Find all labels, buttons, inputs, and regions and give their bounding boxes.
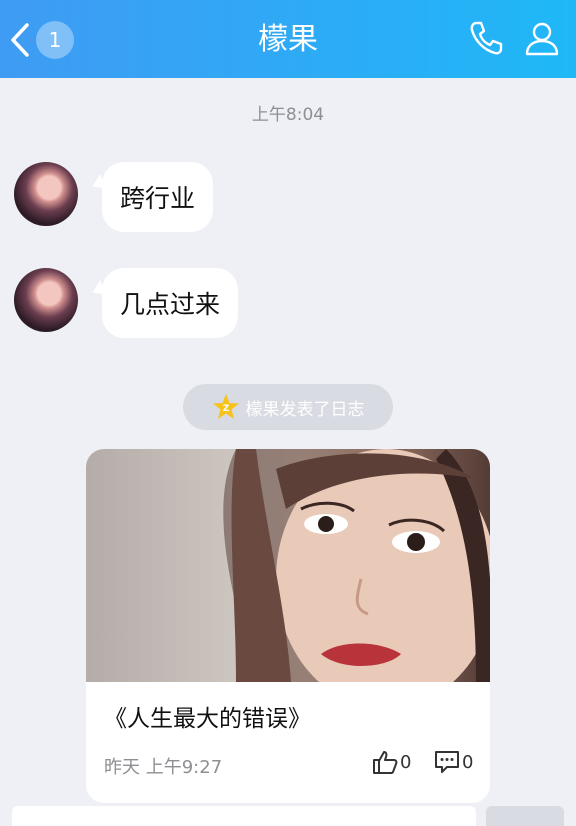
comment-count: 0 [462,751,474,773]
message-row: 几点过来 [14,268,239,338]
system-notice: Z 檬果发表了日志 [183,384,393,430]
thumbs-up-icon [373,751,398,774]
like-button[interactable]: 0 [372,749,411,775]
message-row: 跨行业 [14,162,214,232]
call-button[interactable] [464,16,508,60]
comment-button[interactable]: 0 [434,749,473,775]
phone-icon [470,21,503,55]
contact-icon [525,22,559,56]
send-button[interactable] [486,806,564,826]
portrait-illustration [223,449,490,709]
like-count: 0 [400,751,412,773]
svg-text:Z: Z [222,404,229,414]
message-timestamp: 上午8:04 [251,105,325,125]
chat-header: 1 檬果 [0,0,576,78]
post-cover-image[interactable] [86,449,490,709]
message-input[interactable] [12,806,476,826]
message-bubble[interactable]: 几点过来 [102,268,239,338]
comment-icon [435,751,459,773]
profile-button[interactable] [520,16,564,60]
message-bubble[interactable]: 跨行业 [102,162,214,232]
blog-post-card[interactable]: 《人生最大的错误》 昨天 上午9:27 0 0 [86,449,490,803]
qzone-star-icon: Z [212,394,239,419]
system-notice-text: 檬果发表了日志 [245,399,365,420]
post-title[interactable]: 《人生最大的错误》 [104,699,311,733]
post-time: 昨天 上午9:27 [104,757,223,778]
avatar[interactable] [14,162,78,226]
avatar[interactable] [14,268,78,332]
